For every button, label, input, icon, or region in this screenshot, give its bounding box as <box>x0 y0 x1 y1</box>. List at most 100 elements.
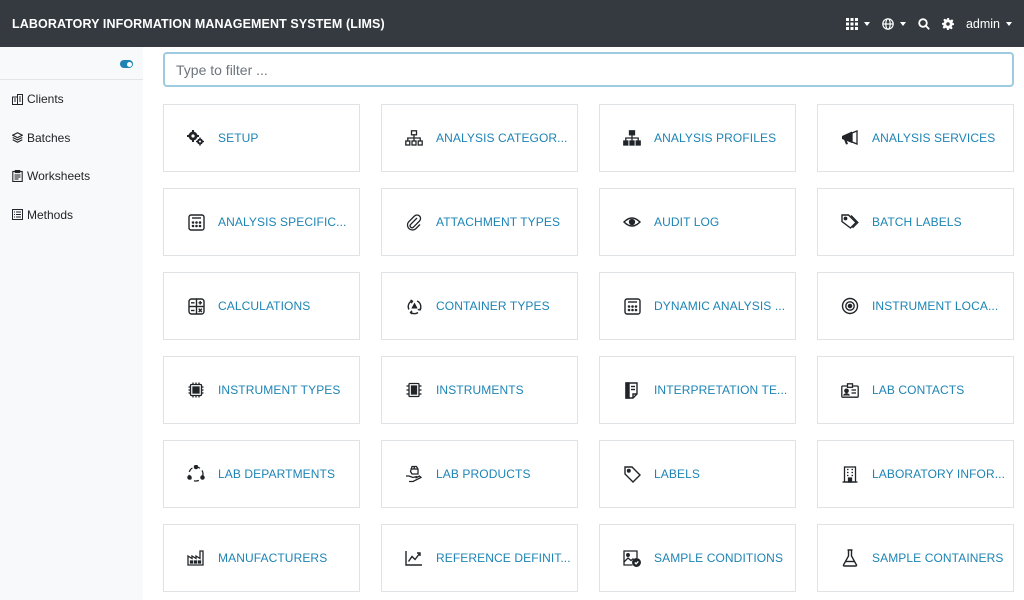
filter-input[interactable] <box>163 52 1014 87</box>
language-menu[interactable] <box>882 17 906 30</box>
search-button[interactable] <box>918 17 930 30</box>
target-icon <box>840 296 860 316</box>
chart-line-icon <box>404 548 424 568</box>
circle-dots-icon <box>186 464 206 484</box>
sidebar-item-label: Batches <box>27 130 71 145</box>
paperclip-icon <box>404 212 424 232</box>
tile-analysis-services[interactable]: ANALYSIS SERVICES <box>817 104 1014 172</box>
tile-instruments[interactable]: INSTRUMENTS <box>381 356 578 424</box>
gear-icon <box>941 17 954 30</box>
chevron-down-icon <box>899 21 906 26</box>
tile-label: LABORATORY INFOR... <box>872 467 1006 481</box>
globe-icon <box>882 17 894 30</box>
user-menu[interactable]: admin <box>966 17 1012 31</box>
factory-icon <box>186 548 206 568</box>
gears-icon <box>186 128 206 148</box>
tile-analysis-specifications[interactable]: ANALYSIS SPECIFIC... <box>163 188 360 256</box>
tile-analysis-categories[interactable]: ANALYSIS CATEGOR... <box>381 104 578 172</box>
chevron-down-icon <box>1006 21 1012 26</box>
calculator-icon <box>622 296 642 316</box>
tile-attachment-types[interactable]: ATTACHMENT TYPES <box>381 188 578 256</box>
eye-icon <box>622 212 642 232</box>
clipboard-icon <box>12 170 23 183</box>
tile-interpretation-templates[interactable]: INTERPRETATION TE... <box>599 356 796 424</box>
tile-label: INTERPRETATION TE... <box>654 383 788 397</box>
chevron-down-icon <box>863 21 870 26</box>
tile-audit-log[interactable]: AUDIT LOG <box>599 188 796 256</box>
tile-laboratory-information[interactable]: LABORATORY INFOR... <box>817 440 1014 508</box>
calculator-grid-icon <box>186 296 206 316</box>
flask-icon <box>840 548 860 568</box>
recycle-icon <box>404 296 424 316</box>
search-icon <box>918 17 930 30</box>
sidebar-item-worksheets[interactable]: Worksheets <box>0 157 143 196</box>
tile-label: INSTRUMENT TYPES <box>218 383 341 397</box>
tile-dynamic-analysis[interactable]: DYNAMIC ANALYSIS ... <box>599 272 796 340</box>
tile-lab-products[interactable]: LAB PRODUCTS <box>381 440 578 508</box>
office-building-icon <box>840 464 860 484</box>
chip-icon <box>186 380 206 400</box>
tile-label: REFERENCE DEFINIT... <box>436 551 571 565</box>
setup-tile-grid: SETUP ANALYSIS CATEGOR... ANALYSIS PROFI… <box>163 104 1015 592</box>
tile-label: ANALYSIS CATEGOR... <box>436 131 568 145</box>
apps-menu[interactable] <box>845 17 870 30</box>
sidebar-item-label: Methods <box>27 207 74 222</box>
document-icon <box>622 380 642 400</box>
sitemap-icon <box>404 128 424 148</box>
sidebar-toggle-switch[interactable] <box>120 60 133 68</box>
tile-label: LAB CONTACTS <box>872 383 965 397</box>
app-title: LABORATORY INFORMATION MANAGEMENT SYSTEM… <box>12 16 385 31</box>
tile-label: ATTACHMENT TYPES <box>436 215 561 229</box>
tile-lab-contacts[interactable]: LAB CONTACTS <box>817 356 1014 424</box>
tile-sample-conditions[interactable]: SAMPLE CONDITIONS <box>599 524 796 592</box>
hand-box-icon <box>404 464 424 484</box>
tile-label: LABELS <box>654 467 700 481</box>
microchip-icon <box>404 380 424 400</box>
sidebar-item-label: Clients <box>27 92 64 107</box>
tile-instrument-locations[interactable]: INSTRUMENT LOCA... <box>817 272 1014 340</box>
tile-label: BATCH LABELS <box>872 215 962 229</box>
sidebar-item-clients[interactable]: Clients <box>0 80 143 119</box>
sitemap-icon <box>622 128 642 148</box>
tile-label: INSTRUMENT LOCA... <box>872 299 999 313</box>
tile-label: ANALYSIS PROFILES <box>654 131 777 145</box>
tile-label: AUDIT LOG <box>654 215 720 229</box>
tile-instrument-types[interactable]: INSTRUMENT TYPES <box>163 356 360 424</box>
top-navbar: LABORATORY INFORMATION MANAGEMENT SYSTEM… <box>0 0 1024 47</box>
sidebar-item-batches[interactable]: Batches <box>0 119 143 158</box>
tile-reference-definitions[interactable]: REFERENCE DEFINIT... <box>381 524 578 592</box>
tile-batch-labels[interactable]: BATCH LABELS <box>817 188 1014 256</box>
tile-label: SETUP <box>218 131 259 145</box>
tile-calculations[interactable]: CALCULATIONS <box>163 272 360 340</box>
tile-lab-departments[interactable]: LAB DEPARTMENTS <box>163 440 360 508</box>
tile-label: MANUFACTURERS <box>218 551 328 565</box>
contact-card-icon <box>840 380 860 400</box>
tile-analysis-profiles[interactable]: ANALYSIS PROFILES <box>599 104 796 172</box>
tile-label: CONTAINER TYPES <box>436 299 550 313</box>
grid-icon <box>845 17 858 30</box>
image-check-icon <box>622 548 642 568</box>
tile-label: LAB PRODUCTS <box>436 467 531 481</box>
tile-setup[interactable]: SETUP <box>163 104 360 172</box>
tile-label: CALCULATIONS <box>218 299 311 313</box>
tag-icon <box>622 464 642 484</box>
tile-label: DYNAMIC ANALYSIS ... <box>654 299 786 313</box>
list-icon <box>12 209 23 221</box>
tile-sample-containers[interactable]: SAMPLE CONTAINERS <box>817 524 1014 592</box>
sidebar-header <box>0 47 143 80</box>
tile-container-types[interactable]: CONTAINER TYPES <box>381 272 578 340</box>
tile-manufacturers[interactable]: MANUFACTURERS <box>163 524 360 592</box>
sidebar: Clients Batches Worksheets Methods <box>0 47 143 600</box>
tile-label: INSTRUMENTS <box>436 383 524 397</box>
sidebar-item-methods[interactable]: Methods <box>0 196 143 235</box>
bullhorn-icon <box>840 128 860 148</box>
calculator-icon <box>186 212 206 232</box>
tile-label: ANALYSIS SERVICES <box>872 131 996 145</box>
username: admin <box>965 16 1000 31</box>
settings-button[interactable] <box>941 17 954 30</box>
sidebar-item-label: Worksheets <box>27 169 91 184</box>
tile-label: ANALYSIS SPECIFIC... <box>218 215 347 229</box>
tile-label: SAMPLE CONDITIONS <box>654 551 784 565</box>
tile-labels[interactable]: LABELS <box>599 440 796 508</box>
tile-label: LAB DEPARTMENTS <box>218 467 336 481</box>
